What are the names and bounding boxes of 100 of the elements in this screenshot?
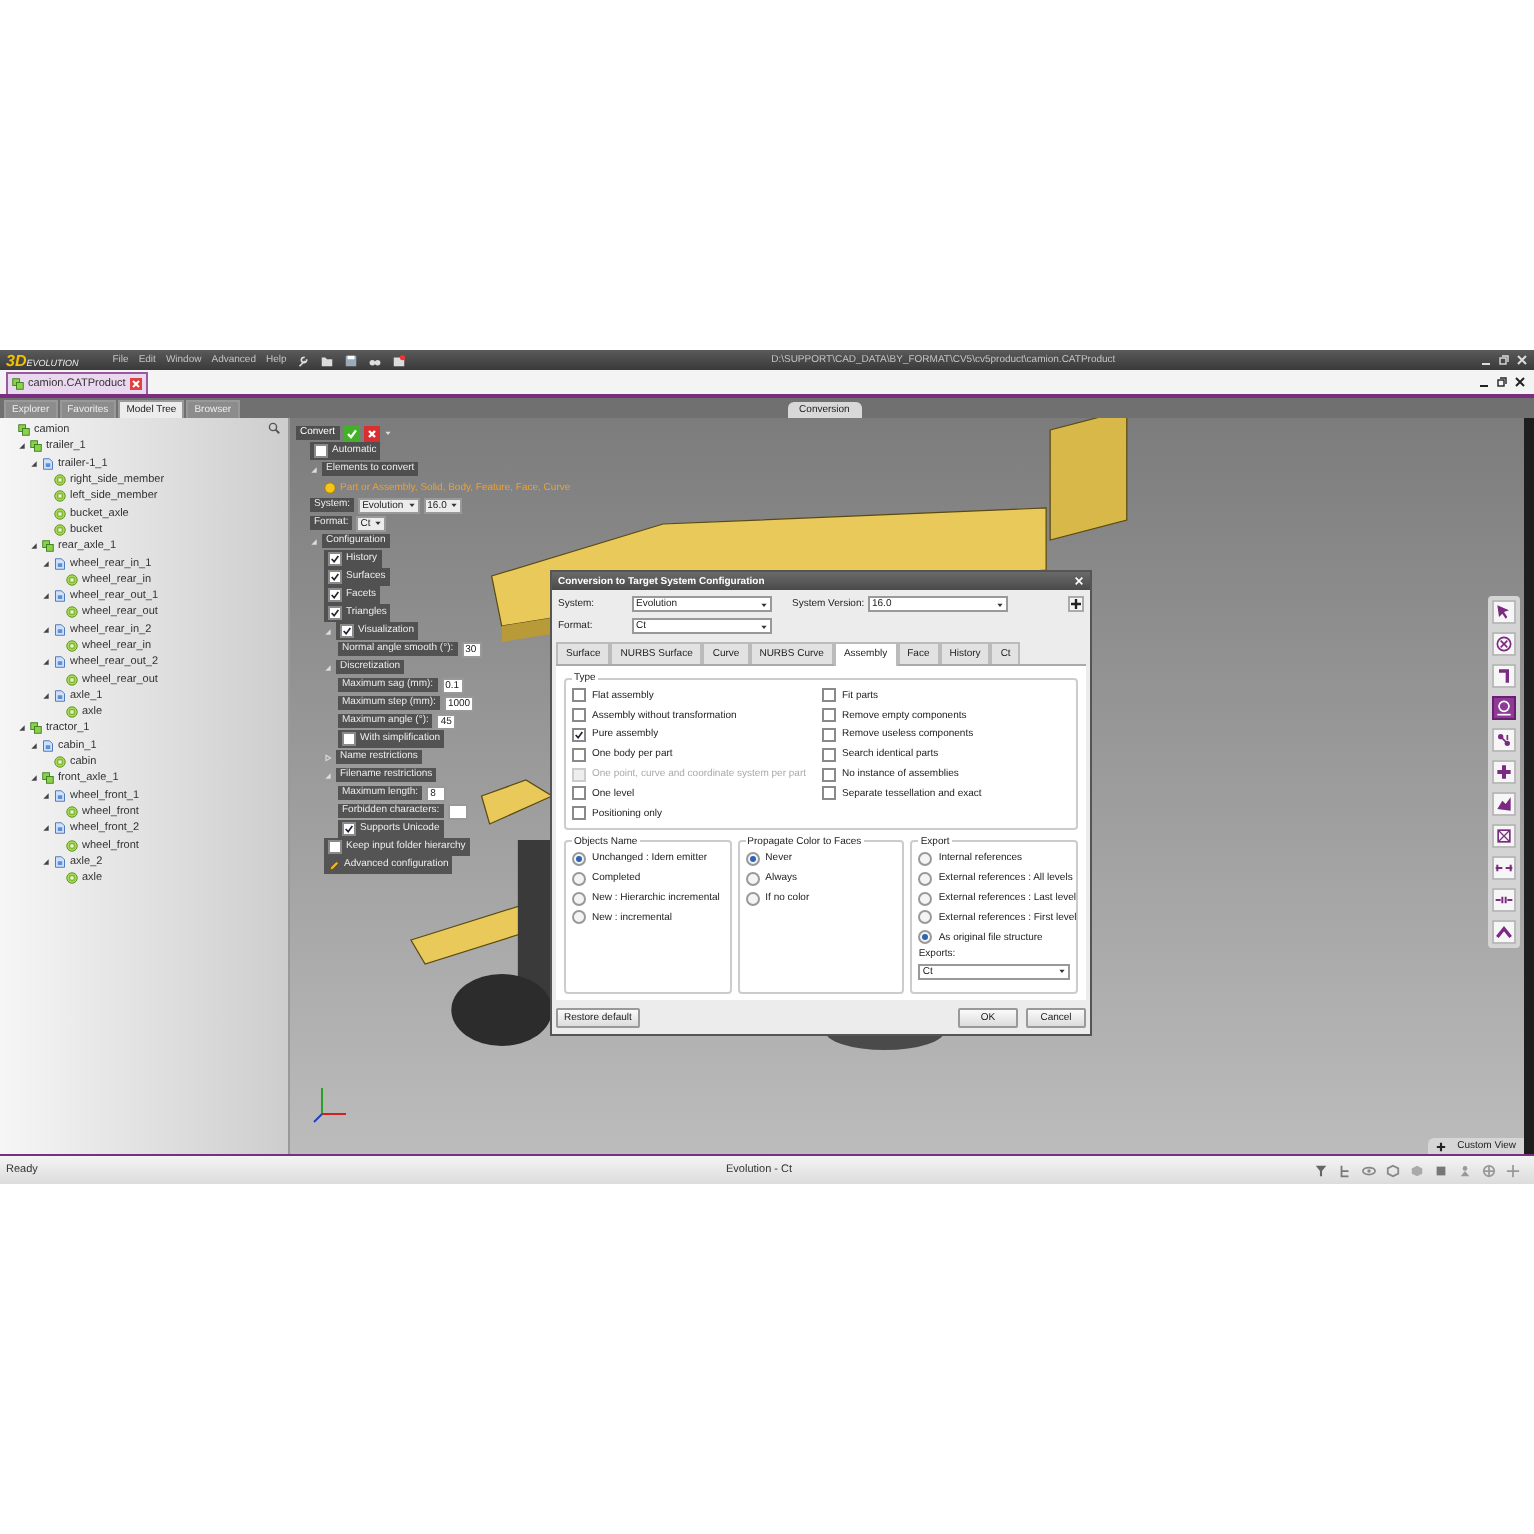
cancel-button[interactable] — [363, 425, 380, 441]
document-icon — [54, 656, 66, 669]
checkbox[interactable] — [572, 708, 586, 723]
radio-button[interactable] — [745, 851, 760, 866]
tool-button[interactable] — [1492, 920, 1516, 944]
caret-icon — [760, 601, 768, 607]
eye-icon[interactable] — [1362, 1163, 1376, 1177]
checkbox[interactable] — [822, 708, 836, 723]
checkbox[interactable] — [328, 552, 342, 566]
expanded-arrow-icon[interactable] — [30, 774, 38, 783]
nodes-icon — [1494, 730, 1514, 750]
plus-icon — [1435, 1141, 1446, 1151]
radio-button[interactable] — [918, 930, 933, 945]
document-icon — [54, 590, 66, 603]
radio-button[interactable] — [918, 851, 933, 866]
search-icon[interactable] — [268, 422, 280, 434]
expanded-arrow-icon[interactable] — [42, 857, 50, 866]
expanded-arrow-icon[interactable] — [18, 442, 26, 451]
checkbox[interactable] — [822, 786, 836, 801]
bracket-icon — [1494, 666, 1514, 686]
document-icon — [54, 855, 66, 868]
input-field[interactable] — [447, 803, 468, 819]
wall-drawing — [1049, 418, 1128, 541]
caret-icon — [996, 601, 1004, 607]
light-bulb-icon — [324, 481, 336, 493]
tool-button[interactable] — [1492, 888, 1516, 912]
expanded-arrow-icon[interactable] — [30, 741, 38, 750]
expanded-arrow-icon[interactable] — [18, 724, 26, 733]
checkbox[interactable] — [342, 732, 356, 746]
radio-button[interactable] — [572, 891, 586, 906]
checkbox[interactable] — [572, 688, 586, 703]
plus-icon — [1494, 762, 1514, 782]
confirm-button[interactable] — [343, 425, 360, 441]
checkbox[interactable] — [822, 767, 836, 782]
tool-button[interactable] — [1492, 760, 1516, 784]
radio-button[interactable] — [572, 910, 586, 925]
expanded-arrow-icon[interactable] — [42, 791, 50, 800]
document-icon — [54, 789, 66, 802]
close-icon[interactable] — [1514, 376, 1526, 388]
close-tab-button[interactable] — [129, 378, 142, 390]
image-icon[interactable] — [392, 353, 407, 367]
radio-button[interactable] — [918, 910, 933, 925]
checkbox[interactable] — [822, 747, 836, 762]
chevron-up-icon — [1494, 922, 1514, 942]
checkbox[interactable] — [822, 727, 836, 742]
stacked-squares-icon — [42, 540, 54, 553]
caret-icon — [760, 623, 768, 629]
expanded-arrow-icon[interactable] — [42, 658, 50, 667]
radio-button[interactable] — [572, 851, 586, 866]
tool-button[interactable] — [1492, 824, 1516, 848]
radio-button[interactable] — [745, 871, 760, 886]
blocks-icon — [1494, 794, 1514, 814]
checkbox[interactable] — [328, 588, 342, 602]
document-icon — [54, 689, 66, 702]
checkbox[interactable] — [328, 606, 342, 620]
expanded-arrow-icon[interactable] — [42, 559, 50, 568]
tool-button[interactable] — [1492, 856, 1516, 880]
save-icon[interactable] — [344, 353, 359, 367]
caret-icon — [1058, 968, 1067, 975]
document-icon — [42, 457, 54, 470]
tool-button[interactable] — [1492, 600, 1516, 624]
circle-x-icon — [1494, 634, 1514, 654]
checkbox[interactable] — [572, 786, 586, 801]
pointer-icon — [1494, 602, 1514, 622]
expanded-arrow-icon[interactable] — [30, 542, 38, 551]
radio-button[interactable] — [745, 891, 760, 906]
checkbox[interactable] — [572, 806, 586, 821]
radio-button[interactable] — [918, 871, 933, 886]
checkbox[interactable] — [572, 727, 586, 742]
expanded-arrow-icon[interactable] — [30, 459, 38, 468]
filter-icon[interactable] — [1314, 1163, 1328, 1177]
checkbox[interactable] — [340, 624, 354, 638]
square-icon[interactable] — [1434, 1163, 1448, 1177]
expanded-arrow-icon[interactable] — [42, 625, 50, 634]
wheel-drawing — [451, 974, 553, 1046]
expanded-arrow-icon[interactable] — [42, 691, 50, 700]
document-icon — [54, 623, 66, 636]
tool-button[interactable] — [1492, 792, 1516, 816]
tool-button[interactable] — [1492, 632, 1516, 656]
checkbox[interactable] — [314, 444, 328, 458]
expanded-arrow-icon[interactable] — [42, 592, 50, 601]
expanded-arrow-icon[interactable] — [42, 824, 50, 833]
3d-viewport[interactable] — [290, 418, 1534, 1154]
checkbox[interactable] — [328, 570, 342, 584]
document-icon — [42, 739, 54, 752]
tool-button[interactable] — [1492, 728, 1516, 752]
stacked-squares-icon — [12, 378, 24, 390]
document-icon — [54, 822, 66, 835]
checkbox[interactable] — [328, 840, 342, 854]
add-button[interactable] — [1068, 596, 1084, 612]
checkbox[interactable] — [342, 822, 356, 836]
tree-icon[interactable] — [1338, 1163, 1352, 1177]
checkbox[interactable] — [572, 747, 586, 762]
wrench-icon[interactable] — [296, 353, 311, 367]
tool-button[interactable] — [1492, 664, 1516, 688]
box-x-icon — [1494, 826, 1514, 846]
checkbox[interactable] — [822, 688, 836, 703]
radio-button[interactable] — [572, 871, 586, 886]
restore-icon[interactable] — [1496, 376, 1508, 388]
radio-button[interactable] — [918, 891, 933, 906]
